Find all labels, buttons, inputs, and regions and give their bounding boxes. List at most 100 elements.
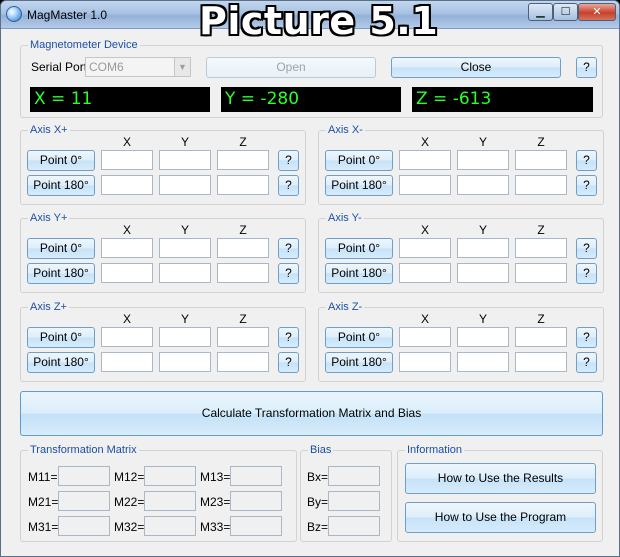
y-readout: Y = -280 xyxy=(221,87,401,112)
m23-field xyxy=(230,491,282,511)
axis-xm-p0-z-field[interactable] xyxy=(515,150,567,170)
axis-yp-label: Axis Y+ xyxy=(28,211,70,225)
axis-xp-p0-y-field[interactable] xyxy=(159,150,211,170)
axis-zp-p180-help-button[interactable]: ? xyxy=(278,352,299,373)
axis-ym-p0-x-field[interactable] xyxy=(399,238,451,258)
axis-xp-p0-help-button[interactable]: ? xyxy=(278,150,299,171)
axis-xm-p0-help-button[interactable]: ? xyxy=(576,150,597,171)
axis-zp-col-y: Y xyxy=(180,312,189,326)
axis-ym-p180-y-field[interactable] xyxy=(457,263,509,283)
axis-zp-p0-button[interactable]: Point 0° xyxy=(27,327,95,348)
axis-xm-p0-y-field[interactable] xyxy=(457,150,509,170)
axis-zp-p0-y-field[interactable] xyxy=(159,327,211,347)
axis-ym-p180-x-field[interactable] xyxy=(399,263,451,283)
axis-zm-p180-y-field[interactable] xyxy=(457,352,509,372)
axis-yp-p0-help-button[interactable]: ? xyxy=(278,238,299,259)
axis-xp-col-z: Z xyxy=(239,135,247,149)
axis-yp-p0-button[interactable]: Point 0° xyxy=(27,238,95,259)
axis-zm-col-z: Z xyxy=(537,312,545,326)
m32-field xyxy=(144,516,196,536)
axis-zp-p180-button[interactable]: Point 180° xyxy=(27,352,95,373)
axis-xp-label: Axis X+ xyxy=(28,123,70,137)
m11-label: M11= xyxy=(28,470,58,484)
m22-field xyxy=(144,491,196,511)
axis-xm-p0-x-field[interactable] xyxy=(399,150,451,170)
axis-ym-col-z: Z xyxy=(537,223,545,237)
axis-xp-p180-button[interactable]: Point 180° xyxy=(27,175,95,196)
axis-zp-p180-x-field[interactable] xyxy=(101,352,153,372)
axis-zm-p180-x-field[interactable] xyxy=(399,352,451,372)
axis-zm-p180-z-field[interactable] xyxy=(515,352,567,372)
axis-xp-p180-help-button[interactable]: ? xyxy=(278,175,299,196)
close-port-button[interactable]: Close xyxy=(391,57,561,78)
axis-xp-p0-z-field[interactable] xyxy=(217,150,269,170)
m12-field xyxy=(144,466,196,486)
z-readout: Z = -613 xyxy=(412,87,593,112)
axis-xm-p0-button[interactable]: Point 0° xyxy=(325,150,393,171)
axis-zp-p180-y-field[interactable] xyxy=(159,352,211,372)
serial-port-label: Serial Port: xyxy=(31,60,91,74)
calculate-button[interactable]: Calculate Transformation Matrix and Bias xyxy=(20,391,603,436)
axis-xp-p0-x-field[interactable] xyxy=(101,150,153,170)
m21-field xyxy=(58,491,110,511)
axis-ym-p0-help-button[interactable]: ? xyxy=(576,238,597,259)
open-button[interactable]: Open xyxy=(206,57,376,78)
serial-port-select[interactable]: COM6 ▼ xyxy=(85,57,191,77)
axis-ym-p0-y-field[interactable] xyxy=(457,238,509,258)
axis-zp-p0-x-field[interactable] xyxy=(101,327,153,347)
axis-xm-label: Axis X- xyxy=(326,123,365,137)
axis-yp-p0-x-field[interactable] xyxy=(101,238,153,258)
axis-zm-p180-button[interactable]: Point 180° xyxy=(325,352,393,373)
axis-zm-label: Axis Z- xyxy=(326,300,365,314)
axis-ym-p0-button[interactable]: Point 0° xyxy=(325,238,393,259)
axis-xm-p180-x-field[interactable] xyxy=(399,175,451,195)
axis-zm-p0-help-button[interactable]: ? xyxy=(576,327,597,348)
axis-zm-p0-y-field[interactable] xyxy=(457,327,509,347)
axis-yp-p180-x-field[interactable] xyxy=(101,263,153,283)
axis-yp-p0-z-field[interactable] xyxy=(217,238,269,258)
axis-xm-p180-button[interactable]: Point 180° xyxy=(325,175,393,196)
axis-ym-p0-z-field[interactable] xyxy=(515,238,567,258)
axis-ym-p180-help-button[interactable]: ? xyxy=(576,263,597,284)
axis-zm-p0-button[interactable]: Point 0° xyxy=(325,327,393,348)
axis-xm-p180-z-field[interactable] xyxy=(515,175,567,195)
axis-xp-p180-z-field[interactable] xyxy=(217,175,269,195)
axis-xp-p180-x-field[interactable] xyxy=(101,175,153,195)
axis-ym-p180-z-field[interactable] xyxy=(515,263,567,283)
axis-xp-p180-y-field[interactable] xyxy=(159,175,211,195)
axis-yp-p180-help-button[interactable]: ? xyxy=(278,263,299,284)
axis-xp-col-x: X xyxy=(122,135,131,149)
axis-xp-p0-button[interactable]: Point 0° xyxy=(27,150,95,171)
axis-zm-p0-x-field[interactable] xyxy=(399,327,451,347)
axis-zm-p0-z-field[interactable] xyxy=(515,327,567,347)
axis-xm-p180-y-field[interactable] xyxy=(457,175,509,195)
axis-zm-col-x: X xyxy=(420,312,429,326)
axis-yp-p180-y-field[interactable] xyxy=(159,263,211,283)
axis-zp-p0-help-button[interactable]: ? xyxy=(278,327,299,348)
chevron-down-icon[interactable]: ▼ xyxy=(174,58,190,76)
axis-ym-p180-button[interactable]: Point 180° xyxy=(325,263,393,284)
m33-label: M33= xyxy=(200,520,231,534)
axis-yp-col-x: X xyxy=(122,223,131,237)
results-help-button[interactable]: How to Use the Results xyxy=(405,463,596,494)
axis-zp-p0-z-field[interactable] xyxy=(217,327,269,347)
program-help-button[interactable]: How to Use the Program xyxy=(405,502,596,533)
window-title: MagMaster 1.0 xyxy=(27,8,108,22)
m12-label: M12= xyxy=(114,470,145,484)
axis-xm-col-z: Z xyxy=(537,135,545,149)
axis-zp-p180-z-field[interactable] xyxy=(217,352,269,372)
device-help-button[interactable]: ? xyxy=(576,57,597,78)
serial-port-value: COM6 xyxy=(89,60,124,74)
m31-label: M31= xyxy=(28,520,59,534)
axis-zm-col-y: Y xyxy=(478,312,487,326)
axis-zm-p180-help-button[interactable]: ? xyxy=(576,352,597,373)
app-window: MagMaster 1.0 ▁ ☐ ✕ Picture 5.1 Magnetom… xyxy=(0,0,620,557)
maximize-button[interactable]: ☐ xyxy=(553,3,578,21)
minimize-button[interactable]: ▁ xyxy=(528,3,553,21)
close-window-button[interactable]: ✕ xyxy=(578,3,616,21)
axis-yp-p180-z-field[interactable] xyxy=(217,263,269,283)
bz-label: Bz= xyxy=(307,520,329,534)
axis-xm-p180-help-button[interactable]: ? xyxy=(576,175,597,196)
axis-yp-p0-y-field[interactable] xyxy=(159,238,211,258)
axis-yp-p180-button[interactable]: Point 180° xyxy=(27,263,95,284)
